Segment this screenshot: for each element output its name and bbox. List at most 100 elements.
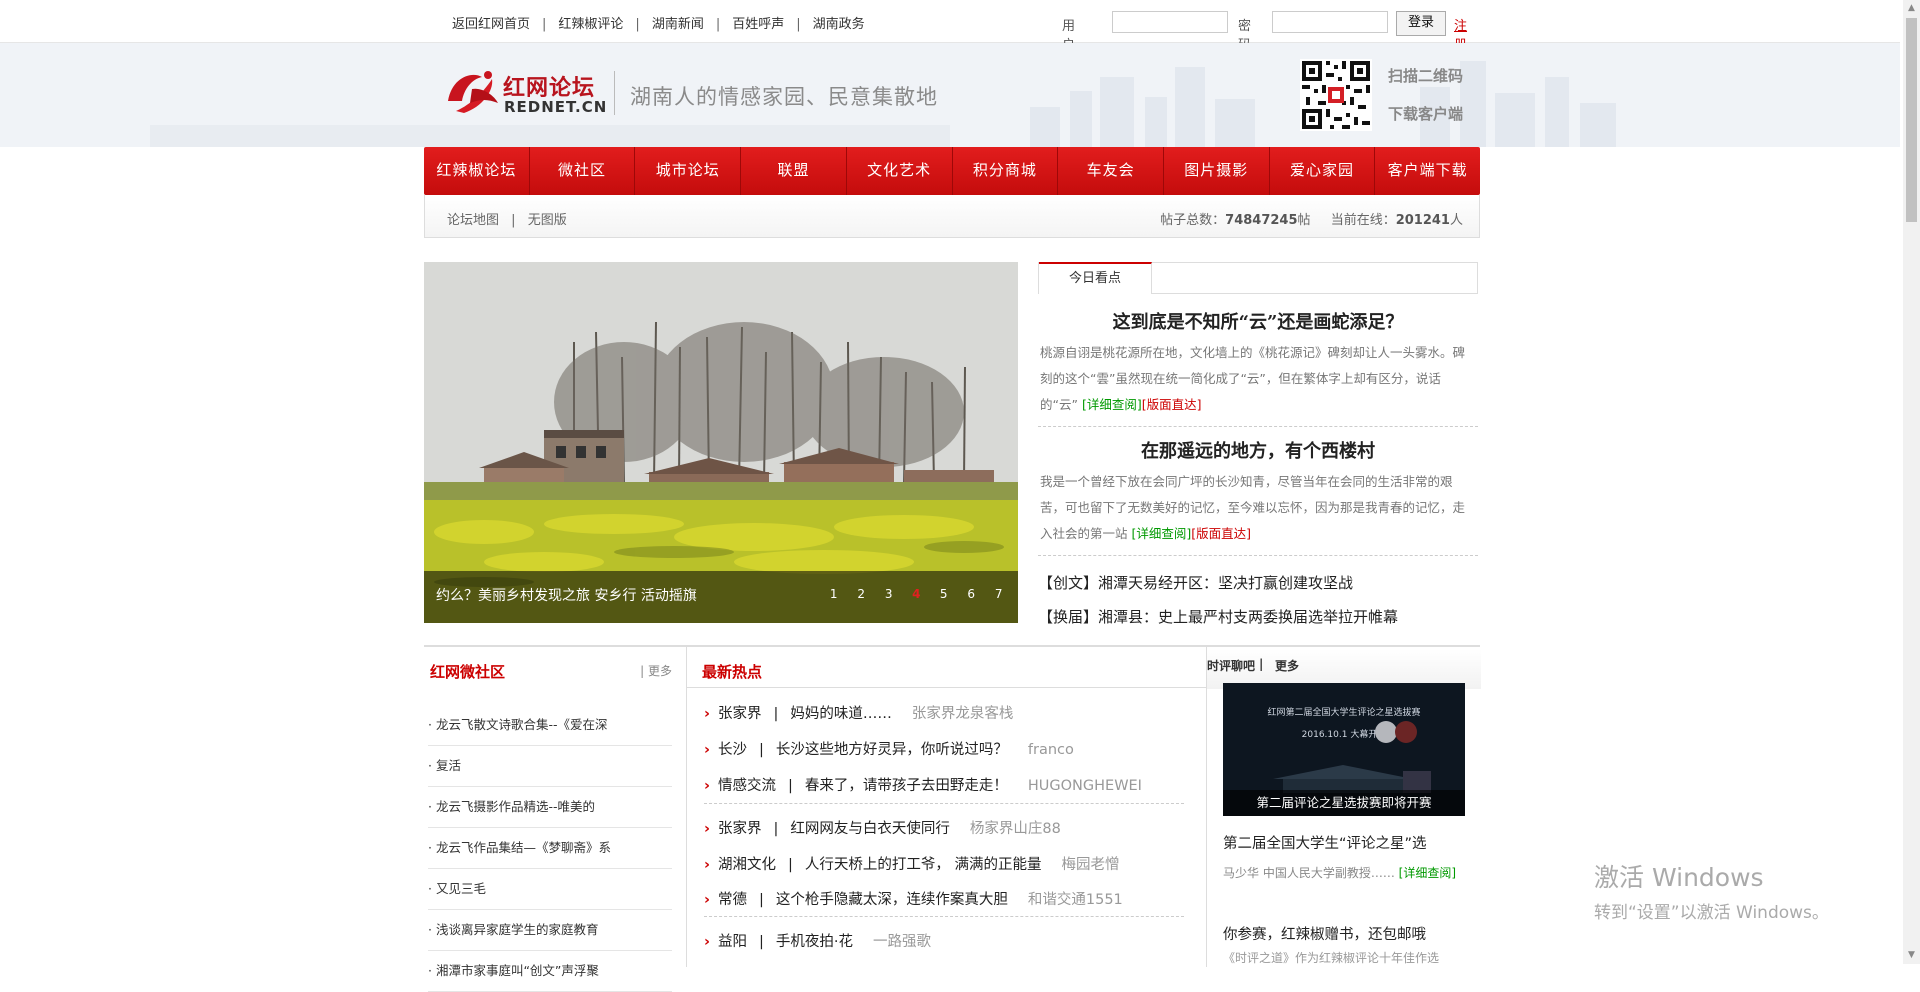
password-input[interactable] xyxy=(1272,11,1388,33)
hot-item-city[interactable]: 益阳 xyxy=(718,934,747,950)
hot-item-user[interactable]: 和谐交通1551 xyxy=(1028,892,1123,908)
hot-item-title[interactable]: 人行天桥上的打工爷， 满满的正能量 xyxy=(805,857,1042,873)
nav-item-alliance[interactable]: 联盟 xyxy=(741,147,847,195)
panel-title[interactable]: 时评聊吧 xyxy=(1207,657,1255,674)
list-item[interactable]: · 龙云飞作品集结—《梦聊斋》系 xyxy=(428,828,672,869)
list-item[interactable]: · 龙云飞散文诗歌合集--《爱在深 xyxy=(428,705,672,746)
story-2-page-link[interactable]: [版面直达] xyxy=(1191,526,1251,541)
scroll-up-arrow-icon[interactable]: ▲ xyxy=(1903,0,1920,17)
nav-item-points-mall[interactable]: 积分商城 xyxy=(953,147,1059,195)
hot-item-title[interactable]: 红网网友与白衣天使同行 xyxy=(790,821,950,837)
hot-item-title[interactable]: 妈妈的味道…… xyxy=(790,706,892,722)
list-item[interactable]: · 又见三毛 xyxy=(428,869,672,910)
slide-page-6[interactable]: 6 xyxy=(958,587,986,601)
contest-poster[interactable]: 红网第二届全国大学生评论之星选拔赛 2016.10.1 大幕开启 第二届评论之星… xyxy=(1223,683,1465,816)
story-2-detail-link[interactable]: [详细查阅] xyxy=(1132,526,1192,541)
login-button[interactable]: 登录 xyxy=(1396,11,1446,36)
link-hunan-news[interactable]: 湖南新闻 xyxy=(652,17,704,32)
qr-caption-download[interactable]: 下载客户端 xyxy=(1388,103,1463,124)
rednet-logo-icon[interactable] xyxy=(442,67,502,117)
hot-item-user[interactable]: franco xyxy=(1028,742,1074,758)
hot-item-title[interactable]: 长沙这些地方好灵异，你听说过吗？ xyxy=(776,742,1008,758)
arrow-icon: › xyxy=(704,706,710,722)
hot-item-user[interactable]: 张家界龙泉客栈 xyxy=(912,706,1014,722)
commentary-item-title[interactable]: 你参赛，红辣椒赠书，还包邮哦 xyxy=(1223,923,1426,944)
slide-page-4-active[interactable]: 4 xyxy=(903,587,931,601)
slide-page-2[interactable]: 2 xyxy=(848,587,876,601)
slideshow-image[interactable] xyxy=(424,262,1018,623)
list-item[interactable]: · 复活 xyxy=(428,746,672,787)
news-link-2[interactable]: 【换届】湘潭县：史上最严村支两委换届选举拉开帷幕 xyxy=(1038,600,1478,634)
slide-page-3[interactable]: 3 xyxy=(875,587,903,601)
nav-item-red-pepper-forum[interactable]: 红辣椒论坛 xyxy=(424,147,530,195)
hot-item-user[interactable]: 梅园老憎 xyxy=(1061,857,1119,873)
skyline-building xyxy=(150,125,950,147)
nav-item-culture-art[interactable]: 文化艺术 xyxy=(847,147,953,195)
panel-header: 最新热点 xyxy=(686,647,1206,688)
panel-title[interactable]: 红网微社区 xyxy=(430,661,505,682)
forum-map-link[interactable]: 论坛地图 xyxy=(447,213,499,228)
hot-item-user[interactable]: 一路强歌 xyxy=(873,934,931,950)
nav-item-client-download[interactable]: 客户端下载 xyxy=(1375,147,1480,195)
hot-item-city[interactable]: 长沙 xyxy=(718,742,747,758)
hot-item-title[interactable]: 手机夜拍·花 xyxy=(776,934,853,950)
nav-item-car-club[interactable]: 车友会 xyxy=(1058,147,1164,195)
hot-item-city[interactable]: 湖湘文化 xyxy=(718,857,776,873)
nav-item-photography[interactable]: 图片摄影 xyxy=(1164,147,1270,195)
hot-item[interactable]: › 益阳 | 手机夜拍·花 一路强歌 xyxy=(704,930,931,951)
nav-item-city-forum[interactable]: 城市论坛 xyxy=(635,147,742,195)
commentary-detail-link[interactable]: [详细查阅] xyxy=(1399,866,1456,880)
windows-activation-watermark: 激活 Windows 转到“设置”以激活 Windows。 xyxy=(1594,858,1829,923)
micro-community-panel: 红网微社区 | 更多 · 龙云飞散文诗歌合集--《爱在深 · 复活 · 龙云飞摄… xyxy=(424,647,687,992)
list-item[interactable]: · 湘潭市家事庭叫“创文”声浮聚 xyxy=(428,951,672,992)
list-item[interactable]: · 浅谈离异家庭学生的家庭教育 xyxy=(428,910,672,951)
hot-item-user[interactable]: HUGONGHEWEI xyxy=(1028,778,1142,794)
nav-item-micro-community[interactable]: 微社区 xyxy=(530,147,636,195)
slide-page-7[interactable]: 7 xyxy=(985,587,1013,601)
commentary-item-title[interactable]: 第二届全国大学生“评论之星”选 xyxy=(1223,832,1427,853)
slide-page-1[interactable]: 1 xyxy=(820,587,848,601)
story-2-title[interactable]: 在那遥远的地方，有个西楼村 xyxy=(1038,437,1478,463)
nav-item-charity[interactable]: 爱心家园 xyxy=(1270,147,1376,195)
story-1-detail-link[interactable]: [详细查阅] xyxy=(1082,397,1142,412)
hot-item-city[interactable]: 张家界 xyxy=(718,706,762,722)
hot-item[interactable]: › 湖湘文化 | 人行天桥上的打工爷， 满满的正能量 梅园老憎 xyxy=(704,853,1119,874)
skyline-building xyxy=(1580,103,1616,147)
no-image-version-link[interactable]: 无图版 xyxy=(528,213,567,228)
hot-item[interactable]: › 长沙 | 长沙这些地方好灵异，你听说过吗？ franco xyxy=(704,738,1074,759)
link-red-pepper-review[interactable]: 红辣椒评论 xyxy=(558,17,623,32)
story-1-page-link[interactable]: [版面直达] xyxy=(1142,397,1202,412)
hot-item-city[interactable]: 张家界 xyxy=(718,821,762,837)
slide-page-5[interactable]: 5 xyxy=(930,587,958,601)
hot-item-title[interactable]: 春来了，请带孩子去田野走走！ xyxy=(805,778,1008,794)
skyline-building xyxy=(1460,61,1486,147)
featured-slideshow[interactable]: 约么？美丽乡村发现之旅 安乡行 活动摇旗 1234567 xyxy=(424,262,1018,623)
more-link[interactable]: | 更多 xyxy=(640,662,672,679)
hot-item-city[interactable]: 常德 xyxy=(718,892,747,908)
skyline-building xyxy=(1495,93,1535,147)
news-link-1[interactable]: 【创文】湘潭天易经开区：坚决打赢创建攻坚战 xyxy=(1038,566,1478,600)
hot-item[interactable]: › 常德 | 这个枪手隐藏太深，连续作案真大胆 和谐交通1551 xyxy=(704,888,1123,909)
scrollbar-thumb[interactable] xyxy=(1906,18,1917,222)
more-link[interactable]: 更多 xyxy=(1275,657,1299,674)
poster-date: 2016.10.1 大幕开启 xyxy=(1301,730,1387,740)
slideshow-caption[interactable]: 约么？美丽乡村发现之旅 安乡行 活动摇旗 xyxy=(436,585,697,605)
poster-caption[interactable]: 第二届评论之星选拔赛即将开赛 xyxy=(1223,790,1465,816)
username-input[interactable] xyxy=(1112,11,1228,33)
hot-item-city[interactable]: 情感交流 xyxy=(718,778,776,794)
hot-item-title[interactable]: 这个枪手隐藏太深，连续作案真大胆 xyxy=(776,892,1008,908)
link-public-voice[interactable]: 百姓呼声 xyxy=(732,17,784,32)
skyline-building xyxy=(1070,91,1092,147)
link-hunan-government[interactable]: 湖南政务 xyxy=(813,17,865,32)
vertical-scrollbar[interactable]: ▲ ▼ xyxy=(1903,0,1920,964)
tab-today[interactable]: 今日看点 xyxy=(1039,262,1152,294)
story-1-title[interactable]: 这到底是不知所“云”还是画蛇添足？ xyxy=(1038,308,1478,334)
hot-item[interactable]: › 张家界 | 妈妈的味道…… 张家界龙泉客栈 xyxy=(704,702,1013,723)
list-item[interactable]: · 龙云飞摄影作品精选--唯美的 xyxy=(428,787,672,828)
story-2-summary: 我是一个曾经下放在会同广坪的长沙知青，尽管当年在会同的生活非常的艰苦，可也留下了… xyxy=(1038,469,1478,547)
hot-item[interactable]: › 情感交流 | 春来了，请带孩子去田野走走！ HUGONGHEWEI xyxy=(704,774,1142,795)
hot-item-user[interactable]: 杨家界山庄88 xyxy=(970,821,1061,837)
hot-item[interactable]: › 张家界 | 红网网友与白衣天使同行 杨家界山庄88 xyxy=(704,817,1061,838)
link-rednet-home[interactable]: 返回红网首页 xyxy=(452,17,530,32)
scroll-down-arrow-icon[interactable]: ▼ xyxy=(1903,947,1920,964)
